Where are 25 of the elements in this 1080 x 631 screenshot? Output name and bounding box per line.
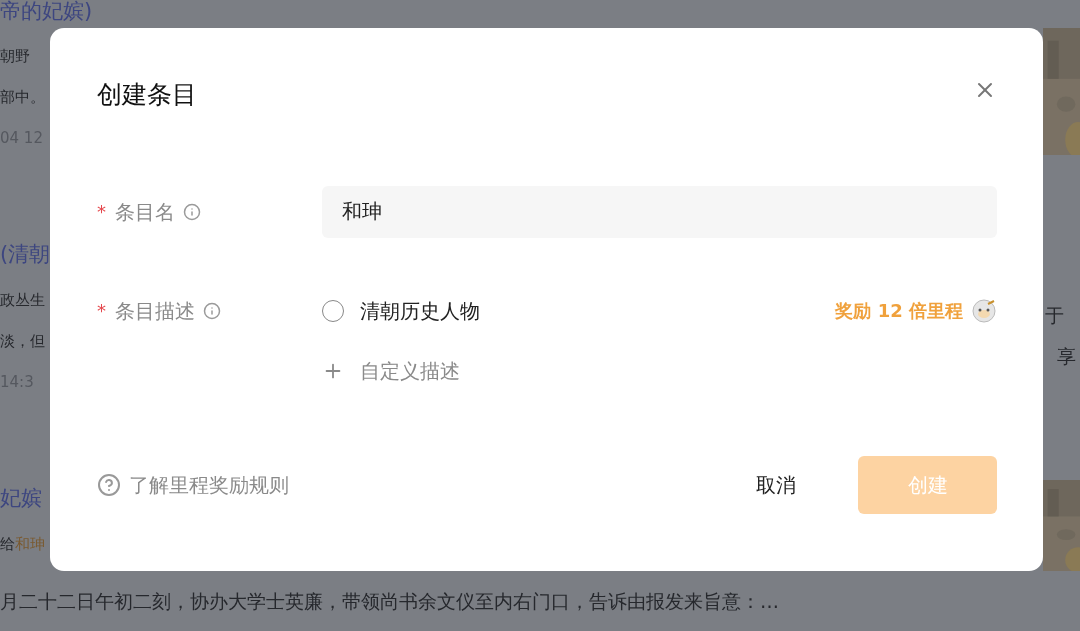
field-label: 条目描述: [115, 297, 195, 325]
option-label[interactable]: 清朝历史人物: [360, 295, 480, 326]
required-asterisk: *: [97, 200, 107, 224]
article-excerpt: 部中。: [0, 87, 46, 108]
article-excerpt: 政丛生: [0, 290, 46, 311]
mascot-icon: [971, 297, 997, 324]
info-icon[interactable]: [203, 301, 221, 320]
reward-label: 奖励 12 倍里程: [835, 299, 963, 323]
article-excerpt: 于: [1044, 303, 1065, 328]
add-description-button[interactable]: 自定义描述: [322, 345, 997, 396]
article-excerpt: 给和珅: [0, 534, 46, 555]
article-title: (清朝: [0, 241, 50, 268]
article-title: 帝的妃嫔): [0, 0, 93, 22]
field-label: 条目名: [115, 198, 175, 226]
cancel-button[interactable]: 取消: [726, 455, 826, 514]
help-icon[interactable]: [97, 472, 121, 497]
input-field[interactable]: 和珅: [322, 185, 997, 238]
dialog-title: 创建条目: [97, 79, 197, 111]
info-icon[interactable]: [183, 202, 201, 221]
article-excerpt: 享: [1056, 344, 1077, 369]
article-excerpt: 朝野: [0, 46, 31, 67]
required-asterisk: *: [97, 299, 107, 323]
article-excerpt: 月二十二日午初二刻，协办大学士英廉，带领尚书余文仪至内右门口，告诉由报发来旨意：…: [0, 588, 779, 614]
article-excerpt: 淡，但: [0, 331, 46, 352]
article-title: 妃嫔: [0, 485, 43, 512]
